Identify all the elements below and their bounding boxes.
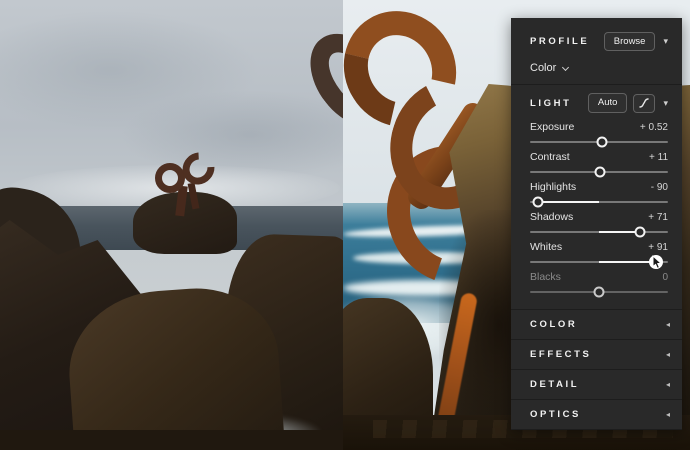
slider-value-exposure: + 0.52 [639, 121, 668, 133]
slider-track-highlights[interactable] [530, 196, 668, 208]
section-title-detail: DETAIL [530, 378, 580, 390]
section-expand-icon[interactable]: ◂ [666, 410, 670, 419]
sculpture-ring [155, 163, 185, 193]
profile-collapse-icon[interactable]: ▾ [663, 36, 668, 47]
section-header-detail[interactable]: DETAIL ◂ [511, 368, 682, 399]
slider-track-whites[interactable] [530, 254, 668, 269]
light-title: LIGHT [530, 97, 572, 109]
light-sliders: Exposure + 0.52 Contrast + 11 Highlights - 90… [511, 117, 682, 298]
section-header-color[interactable]: COLOR ◂ [511, 308, 682, 339]
profile-selected-label: Color [530, 62, 557, 75]
slider-label-highlights: Highlights [530, 180, 577, 193]
section-title-optics: OPTICS [530, 408, 581, 420]
slider-row-blacks: Blacks 0 [530, 267, 668, 298]
tone-curve-icon [639, 98, 650, 108]
slider-label-shadows: Shadows [530, 210, 574, 223]
section-title-effects: EFFECTS [530, 348, 592, 360]
chevron-down-icon [562, 63, 570, 71]
photo-before-half [0, 0, 343, 450]
profile-select[interactable]: Color [511, 62, 682, 74]
rock [0, 430, 343, 450]
slider-value-blacks: 0 [662, 271, 668, 283]
slider-handle-exposure[interactable] [596, 136, 608, 148]
slider-handle-blacks[interactable] [593, 286, 605, 298]
slider-row-contrast: Contrast + 11 [530, 147, 668, 178]
slider-label-exposure: Exposure [530, 120, 575, 133]
slider-label-blacks: Blacks [530, 270, 561, 283]
light-header: LIGHT Auto ▾ [511, 93, 682, 113]
slider-handle-shadows[interactable] [634, 226, 646, 238]
auto-button[interactable]: Auto [587, 93, 628, 113]
slider-value-whites: + 91 [648, 241, 668, 253]
slider-fill [599, 260, 656, 263]
section-expand-icon[interactable]: ◂ [666, 380, 670, 389]
divider [511, 84, 682, 86]
slider-track-exposure[interactable] [530, 136, 668, 148]
slider-value-shadows: + 71 [648, 211, 668, 223]
slider-row-whites: Whites + 91 [530, 237, 668, 269]
light-collapse-icon[interactable]: ▾ [663, 98, 668, 109]
slider-label-whites: Whites [530, 240, 563, 253]
slider-row-shadows: Shadows + 71 [530, 207, 668, 238]
slider-value-contrast: + 11 [649, 151, 668, 163]
profile-title: PROFILE [530, 36, 590, 48]
slider-label-contrast: Contrast [530, 150, 570, 163]
slider-track-contrast[interactable] [530, 166, 668, 178]
section-expand-icon[interactable]: ◂ [666, 320, 670, 329]
collapsed-sections: COLOR ◂ EFFECTS ◂ DETAIL ◂ OPTICS ◂ GEOMETRY◂ [511, 308, 682, 430]
tone-curve-button[interactable] [633, 93, 656, 113]
slider-track-shadows[interactable] [530, 226, 668, 238]
browse-button[interactable]: Browse [603, 32, 656, 52]
section-header-effects[interactable]: EFFECTS ◂ [511, 338, 682, 369]
section-header-geometry[interactable]: GEOMETRY◂ [511, 428, 682, 430]
section-header-optics[interactable]: OPTICS ◂ [511, 398, 682, 429]
lightroom-edit-view: PROFILE Browse ▾ Color LIGHT Auto ▾ Expo… [0, 0, 690, 450]
slider-fill [538, 200, 599, 203]
slider-handle-contrast[interactable] [594, 166, 606, 178]
slider-row-highlights: Highlights - 90 [530, 177, 668, 208]
edit-panel: PROFILE Browse ▾ Color LIGHT Auto ▾ Expo… [511, 18, 682, 430]
slider-track-blacks[interactable] [530, 286, 668, 298]
profile-header: PROFILE Browse ▾ [511, 32, 682, 52]
slider-row-exposure: Exposure + 0.52 [530, 117, 668, 148]
section-title-color: COLOR [530, 318, 578, 330]
section-expand-icon[interactable]: ◂ [666, 350, 670, 359]
slider-value-highlights: - 90 [650, 181, 668, 193]
slider-handle-highlights[interactable] [532, 196, 544, 208]
